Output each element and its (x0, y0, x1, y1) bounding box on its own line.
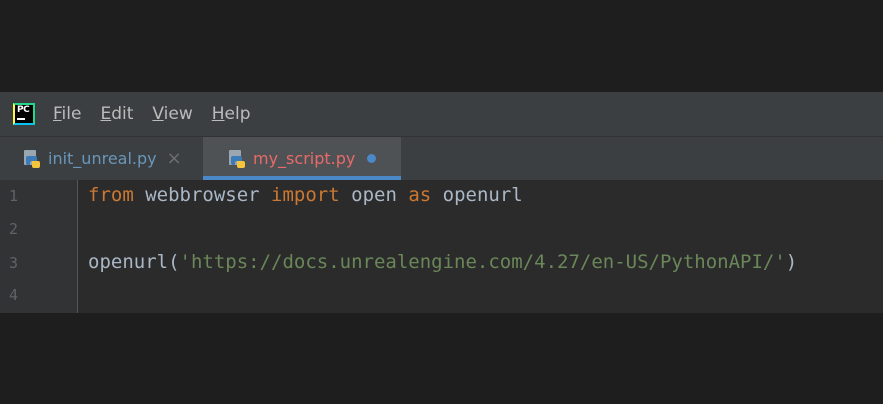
menu-bar: PC File Edit View Help (0, 92, 883, 137)
line-number-gutter: 1 2 3 4 (0, 180, 78, 313)
editor-tab-bar: init_unreal.py × my_script.py (0, 137, 883, 180)
menu-help[interactable]: Help (212, 104, 251, 124)
unsaved-indicator-icon (367, 154, 377, 163)
tab-init-unreal[interactable]: init_unreal.py × (0, 137, 203, 180)
ide-window: PC File Edit View Help init_unreal.py × … (0, 92, 883, 313)
code-line-1: from webbrowser import open as openurl (88, 184, 523, 206)
line-number: 3 (9, 254, 19, 272)
tab-label: init_unreal.py (48, 149, 157, 168)
python-file-icon (24, 149, 40, 168)
line-number: 1 (9, 187, 19, 205)
logo-text: PC (17, 105, 30, 115)
tab-label: my_script.py (253, 149, 356, 168)
menu-view[interactable]: View (152, 104, 192, 124)
close-icon[interactable]: × (167, 148, 182, 169)
menu-edit[interactable]: Edit (100, 104, 133, 124)
line-number: 2 (9, 220, 19, 238)
menu-file[interactable]: File (53, 104, 81, 124)
line-number: 4 (9, 286, 19, 304)
code-line-3: openurl('https://docs.unrealengine.com/4… (88, 251, 798, 273)
code-editor[interactable]: 1 2 3 4 from webbrowser import open as o… (0, 180, 883, 313)
pycharm-logo-icon: PC (13, 103, 35, 125)
tab-my-script[interactable]: my_script.py (203, 137, 401, 180)
python-file-icon (229, 149, 245, 168)
